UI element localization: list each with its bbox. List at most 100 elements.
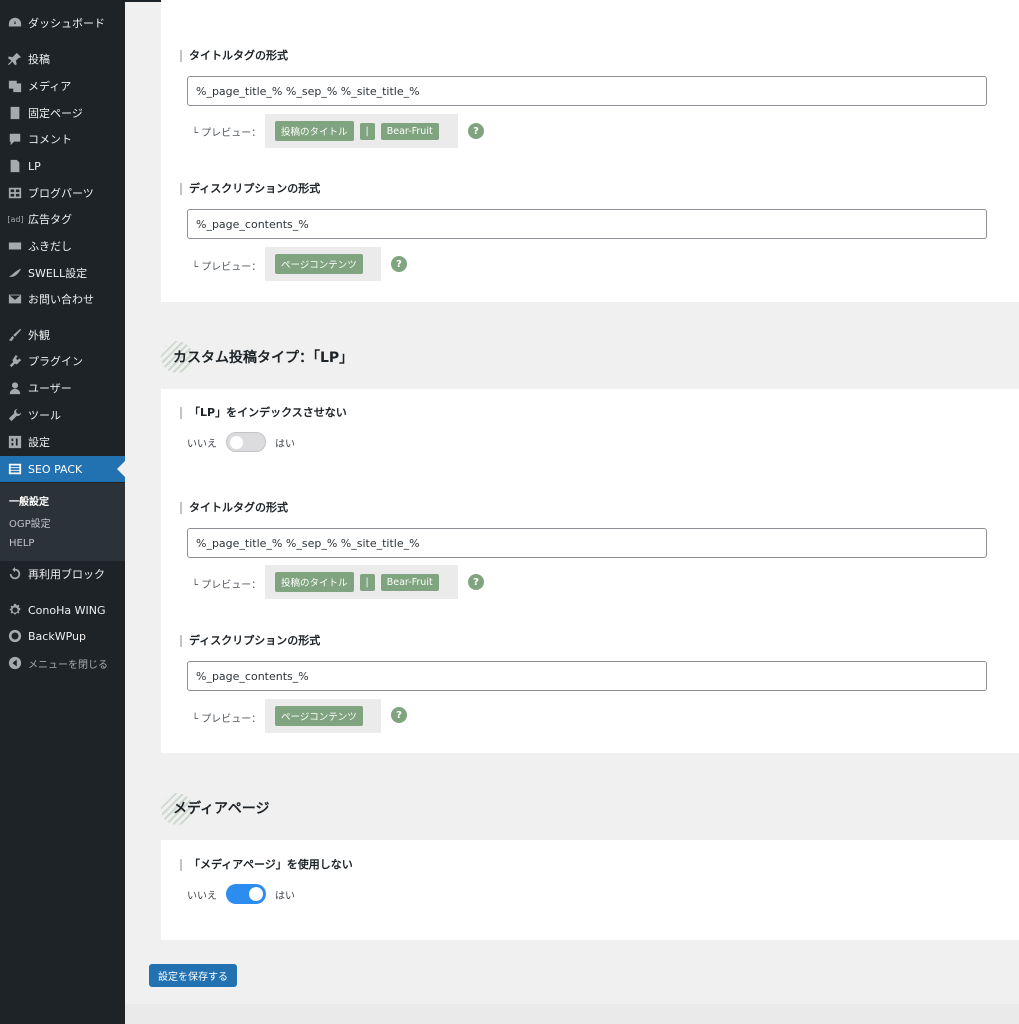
help-icon[interactable]: ?	[468, 574, 484, 590]
sidebar-item-label: 外観	[28, 329, 50, 342]
sidebar-item-media[interactable]: メディア	[0, 73, 125, 99]
sidebar-item-settings[interactable]: 設定	[0, 429, 125, 455]
sidebar-item-comments[interactable]: コメント	[0, 126, 125, 152]
media-disable-label: 「メディアページ」を使用しない	[180, 859, 353, 871]
lp-noindex-label: 「LP」をインデックスさせない	[180, 407, 347, 419]
swell-icon	[7, 266, 22, 281]
title-format-input[interactable]: %_page_title_% %_sep_% %_site_title_%	[187, 76, 987, 106]
preview-chip-post-title: 投稿のタイトル	[275, 572, 354, 592]
sidebar-item-conoha-wing[interactable]: ConoHa WING	[0, 597, 125, 623]
preview-chip-page-contents: ページコンテンツ	[275, 706, 363, 726]
mail-icon	[7, 292, 22, 307]
collapse-menu-button[interactable]: メニューを閉じる	[0, 650, 125, 676]
preview-label: └ プレビュー：	[192, 580, 262, 591]
media-section-heading: メディアページ	[173, 801, 270, 817]
lp-title-preview: 投稿のタイトル | Bear-Fruit	[265, 565, 458, 599]
seo-pack-submenu: 一般設定 OGP設定 HELP	[0, 483, 125, 561]
sidebar-item-contact[interactable]: お問い合わせ	[0, 286, 125, 312]
title-preview: 投稿のタイトル | Bear-Fruit	[265, 114, 458, 148]
user-icon	[7, 381, 22, 396]
description-format-label: ディスクリプションの形式	[180, 183, 320, 195]
footer-strip	[125, 1004, 1019, 1024]
preview-chip-site-title: Bear-Fruit	[380, 122, 439, 140]
toggle-no-label: いいえ	[187, 438, 217, 450]
plugin-icon	[7, 354, 22, 369]
preview-chip-separator: |	[359, 122, 375, 140]
preview-label: └ プレビュー：	[192, 714, 262, 725]
backwpup-icon	[7, 629, 22, 644]
sidebar-item-blog-parts[interactable]: ブログパーツ	[0, 180, 125, 206]
sidebar-item-label: お問い合わせ	[28, 293, 94, 306]
page-icon	[7, 159, 22, 174]
preview-chip-page-contents: ページコンテンツ	[275, 254, 363, 274]
sidebar-item-label: 投稿	[28, 53, 50, 66]
help-icon[interactable]: ?	[391, 707, 407, 723]
lp-description-format-input[interactable]: %_page_contents_%	[187, 661, 987, 691]
description-preview: ページコンテンツ	[265, 247, 381, 281]
sidebar-item-label: メディア	[28, 80, 72, 93]
sidebar-item-label: 設定	[28, 436, 50, 449]
pin-icon	[7, 52, 22, 67]
submenu-ogp-settings[interactable]: OGP設定	[9, 515, 51, 530]
sidebar-item-label: ツール	[28, 409, 61, 422]
sidebar-item-label: コメント	[28, 133, 72, 146]
save-settings-button[interactable]: 設定を保存する	[149, 964, 237, 987]
sidebar-item-pages[interactable]: 固定ページ	[0, 100, 125, 126]
lp-noindex-toggle-row: いいえ はい	[187, 432, 295, 452]
sidebar-item-dashboard[interactable]: ダッシュボード	[0, 10, 125, 36]
sidebar-item-label: プラグイン	[28, 355, 83, 368]
preview-chip-site-title: Bear-Fruit	[380, 573, 439, 591]
admin-sidebar: ダッシュボード 投稿 メディア 固定ページ コメント LP ブログパーツ [ad…	[0, 0, 125, 1024]
help-icon[interactable]: ?	[391, 256, 407, 272]
preview-chip-post-title: 投稿のタイトル	[275, 121, 354, 141]
sidebar-item-appearance[interactable]: 外観	[0, 322, 125, 348]
lp-description-preview: ページコンテンツ	[265, 699, 381, 733]
preview-label: └ プレビュー：	[192, 128, 262, 139]
preview-label: └ プレビュー：	[192, 262, 262, 273]
sidebar-item-label: SWELL設定	[28, 267, 88, 280]
sidebar-item-fukidashi[interactable]: ふきだし	[0, 233, 125, 259]
sidebar-item-backwpup[interactable]: BackWPup	[0, 623, 125, 649]
media-disable-toggle-row: いいえ はい	[187, 884, 295, 904]
sidebar-item-seo-pack[interactable]: SEO PACK	[0, 456, 125, 482]
collapse-icon	[7, 656, 22, 671]
sidebar-item-label: メニューを閉じる	[28, 659, 108, 671]
brush-icon	[7, 328, 22, 343]
lp-description-format-label: ディスクリプションの形式	[180, 635, 320, 647]
sidebar-item-label: ConoHa WING	[28, 603, 106, 617]
media-icon	[7, 79, 22, 94]
submenu-help[interactable]: HELP	[9, 538, 34, 549]
sidebar-item-swell-settings[interactable]: SWELL設定	[0, 260, 125, 286]
lp-noindex-toggle[interactable]	[226, 432, 266, 452]
submenu-general-settings[interactable]: 一般設定	[9, 493, 49, 508]
sidebar-item-label: ふきだし	[28, 240, 72, 253]
sidebar-item-label: LP	[28, 159, 41, 173]
preview-chip-separator: |	[359, 573, 375, 591]
sidebar-item-plugins[interactable]: プラグイン	[0, 348, 125, 374]
page-icon	[7, 106, 22, 121]
sidebar-item-label: 再利用ブロック	[28, 568, 105, 581]
toggle-yes-label: はい	[275, 438, 295, 450]
grid-icon	[7, 186, 22, 201]
sidebar-item-label: 固定ページ	[28, 107, 83, 120]
sidebar-item-users[interactable]: ユーザー	[0, 375, 125, 401]
sidebar-item-tools[interactable]: ツール	[0, 402, 125, 428]
sidebar-item-label: ユーザー	[28, 382, 72, 395]
help-icon[interactable]: ?	[468, 123, 484, 139]
lp-section-heading: カスタム投稿タイプ：「LP」	[173, 350, 354, 366]
sidebar-item-ad-tags[interactable]: [ad] 広告タグ	[0, 206, 125, 232]
media-disable-toggle[interactable]	[226, 884, 266, 904]
settings-icon	[7, 435, 22, 450]
sidebar-item-posts[interactable]: 投稿	[0, 46, 125, 72]
sidebar-item-label: ダッシュボード	[28, 17, 105, 30]
reuse-icon	[7, 567, 22, 582]
sidebar-item-reusable-blocks[interactable]: 再利用ブロック	[0, 561, 125, 587]
toggle-yes-label: はい	[275, 890, 295, 902]
description-format-input[interactable]: %_page_contents_%	[187, 209, 987, 239]
sidebar-item-label: SEO PACK	[28, 462, 83, 476]
dashboard-icon	[7, 16, 22, 31]
lp-title-format-input[interactable]: %_page_title_% %_sep_% %_site_title_%	[187, 528, 987, 558]
bubble-icon	[7, 239, 22, 254]
toggle-no-label: いいえ	[187, 890, 217, 902]
sidebar-item-lp[interactable]: LP	[0, 153, 125, 179]
